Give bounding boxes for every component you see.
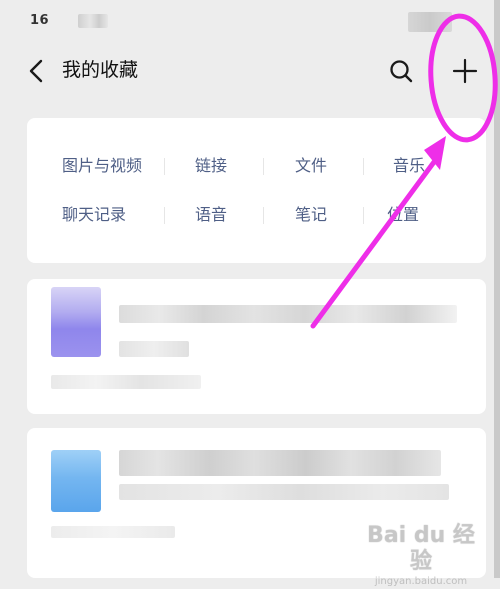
category-notes[interactable]: 笔记 [295,200,327,230]
blurred-item-meta [51,375,201,389]
category-location[interactable]: 位置 [387,200,419,230]
page-title: 我的收藏 [62,59,139,81]
category-images-videos[interactable]: 图片与视频 [62,151,142,181]
blurred-thumbnail [51,287,101,357]
favorite-item-card[interactable] [27,279,486,414]
category-music[interactable]: 音乐 [393,151,425,181]
blurred-item-subtitle [119,484,449,500]
favorite-item-card[interactable] [27,428,486,578]
divider [263,158,264,175]
chevron-left-icon[interactable] [22,56,52,86]
divider [164,207,165,224]
status-time: 16 [30,13,50,28]
status-bar: 16 [0,0,494,42]
blurred-status-icons [408,12,452,32]
category-files[interactable]: 文件 [295,151,327,181]
divider [363,207,364,224]
blurred-item-subtitle [119,341,189,357]
divider [263,207,264,224]
blurred-item-title [119,450,441,476]
category-chat-history[interactable]: 聊天记录 [62,200,126,230]
screen-edge [494,0,500,578]
blurred-item-meta [51,526,175,538]
divider [363,158,364,175]
header: 我的收藏 [0,46,494,98]
blurred-item-title [119,305,457,323]
blurred-status-time [78,14,108,28]
category-row: 聊天记录 语音 笔记 位置 [27,200,486,230]
search-icon[interactable] [386,56,416,86]
category-voice[interactable]: 语音 [195,200,227,230]
category-card: 图片与视频 链接 文件 音乐 聊天记录 语音 笔记 位置 [27,118,486,263]
divider [164,158,165,175]
category-links[interactable]: 链接 [195,151,227,181]
category-row: 图片与视频 链接 文件 音乐 [27,151,486,181]
blurred-thumbnail [51,450,101,512]
plus-icon[interactable] [448,54,482,88]
